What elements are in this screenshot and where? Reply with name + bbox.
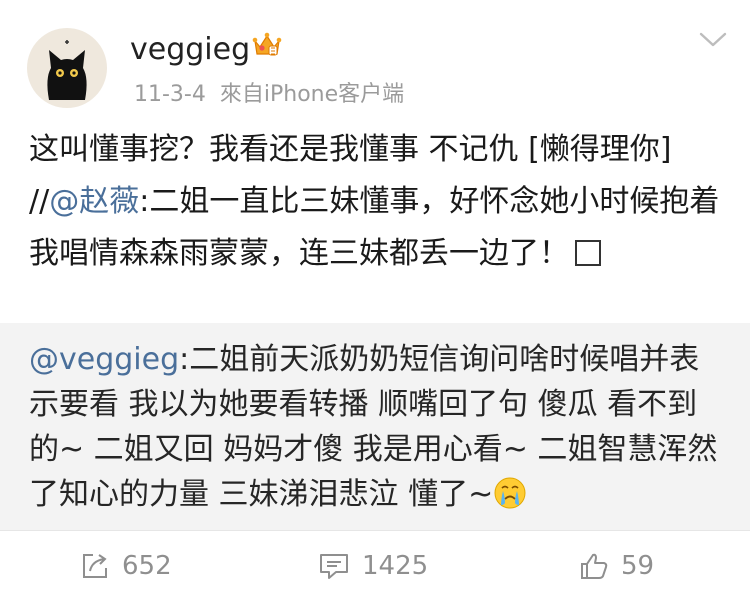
- placeholder-box-icon: [575, 240, 601, 266]
- repost-icon: [83, 553, 107, 578]
- thumbs-up-icon: [581, 553, 608, 579]
- mention-link[interactable]: @赵薇: [49, 184, 139, 219]
- post-meta: 11-3-4 來自iPhone客户端: [134, 80, 404, 110]
- action-bar: 652 1425 59: [0, 530, 750, 600]
- quoted-mention-link[interactable]: @veggieg: [29, 342, 179, 377]
- post-source: 來自iPhone客户端: [219, 82, 405, 107]
- quoted-post[interactable]: @veggieg:二姐前天派奶奶短信询问啥时候唱并表示要看 我以为她要看转播 顺…: [0, 323, 750, 530]
- crown-icon[interactable]: [252, 30, 282, 60]
- comment-count: 1425: [362, 550, 429, 581]
- crying-emoji-icon: [494, 477, 526, 509]
- avatar[interactable]: [27, 28, 107, 108]
- cat-avatar-icon: [47, 40, 87, 100]
- chevron-down-icon[interactable]: [698, 28, 728, 50]
- repost-count: 652: [122, 550, 172, 581]
- post-text: 这叫懂事挖？我看还是我懂事 不记仇 [懒得理你] //@赵薇:二姐一直比三妹懂事…: [29, 124, 724, 280]
- username[interactable]: veggieg: [130, 30, 250, 70]
- comment-button[interactable]: 1425: [318, 531, 428, 600]
- comment-icon: [320, 553, 348, 579]
- quoted-post-text: @veggieg:二姐前天派奶奶短信询问啥时候唱并表示要看 我以为她要看转播 顺…: [29, 337, 719, 517]
- repost-button[interactable]: 652: [80, 531, 172, 600]
- post-date: 11-3-4: [134, 82, 206, 107]
- like-count: 59: [621, 550, 655, 581]
- like-button[interactable]: 59: [579, 531, 654, 600]
